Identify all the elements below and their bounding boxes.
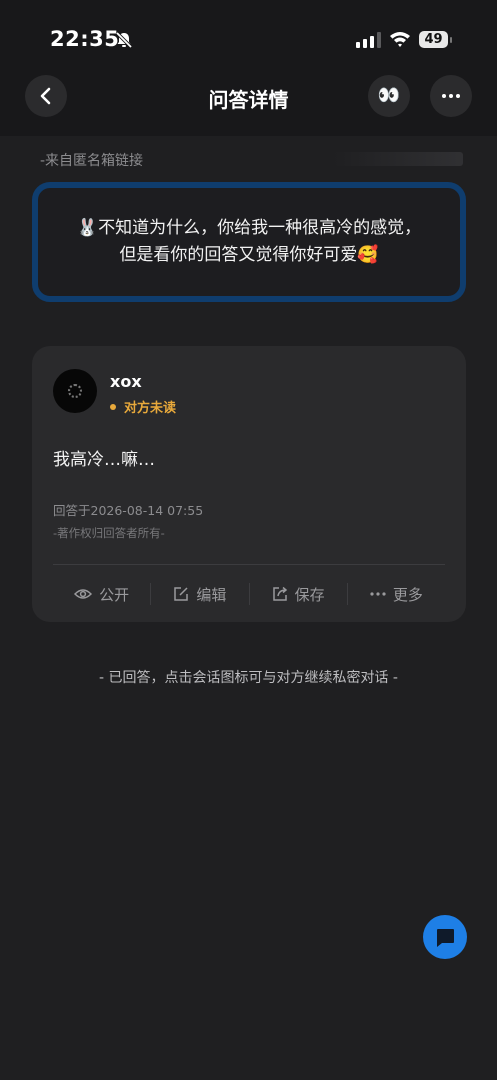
ellipsis-icon	[442, 94, 460, 98]
chat-bubble-icon	[437, 929, 454, 947]
eye-icon	[74, 589, 93, 599]
answer-actions: 公开 编辑 保存 更多	[53, 582, 445, 606]
answer-card: xox 对方未读 我高冷…嘛… 回答于2026-08-14 07:55 -著作权…	[32, 346, 466, 622]
copyright-note: -著作权归回答者所有-	[53, 526, 165, 540]
edit-button[interactable]: 编辑	[151, 582, 248, 606]
app-screen: 22:35 49 问答详情 👀 -来自匿名箱链接 🐰不知道为什么，你给我一种很高…	[0, 0, 497, 1080]
read-status-text: 对方未读	[124, 401, 177, 416]
bell-muted-icon	[115, 31, 133, 49]
battery-indicator: 49	[419, 30, 453, 50]
footer-note: - 已回答，点击会话图标可与对方继续私密对话 -	[98, 670, 398, 686]
more-button[interactable]: 更多	[348, 582, 445, 606]
battery-tip	[450, 37, 452, 43]
read-status-badge: 对方未读	[110, 397, 176, 416]
save-label: 保存	[294, 585, 325, 604]
status-dot-icon	[110, 403, 116, 410]
edit-icon	[174, 587, 189, 601]
share-save-icon	[272, 586, 287, 601]
avatar[interactable]	[53, 369, 97, 413]
ellipsis-icon	[370, 592, 386, 596]
chat-button[interactable]	[423, 915, 467, 959]
blurred-source-detail	[333, 152, 463, 166]
battery-level: 49	[424, 32, 443, 47]
more-options-button[interactable]	[430, 75, 472, 117]
top-area: 22:35 49 问答详情 👀	[0, 0, 497, 136]
wifi-icon	[390, 32, 410, 47]
cellular-signal-icon	[356, 32, 381, 48]
status-bar: 22:35 49	[0, 0, 497, 70]
eyes-icon: 👀	[377, 85, 401, 106]
public-label: 公开	[99, 585, 130, 604]
more-label: 更多	[392, 585, 423, 604]
answerer-name: xox	[110, 372, 142, 391]
loading-spinner-icon	[68, 384, 82, 398]
answer-timestamp: 回答于2026-08-14 07:55	[53, 503, 204, 518]
eyes-button[interactable]: 👀	[368, 75, 410, 117]
save-button[interactable]: 保存	[250, 582, 347, 606]
header-bar: 问答详情 👀	[0, 70, 497, 136]
question-text: 🐰不知道为什么，你给我一种很高冷的感觉，但是看你的回答又觉得你好可爱🥰	[76, 218, 422, 265]
question-card: 🐰不知道为什么，你给我一种很高冷的感觉，但是看你的回答又觉得你好可爱🥰	[32, 182, 466, 302]
public-button[interactable]: 公开	[53, 582, 150, 606]
answer-text: 我高冷…嘛…	[53, 450, 155, 470]
divider	[53, 564, 445, 565]
page-title: 问答详情	[208, 88, 289, 112]
edit-label: 编辑	[196, 585, 227, 604]
status-time: 22:35	[50, 27, 120, 51]
source-label: -来自匿名箱链接	[40, 153, 144, 169]
